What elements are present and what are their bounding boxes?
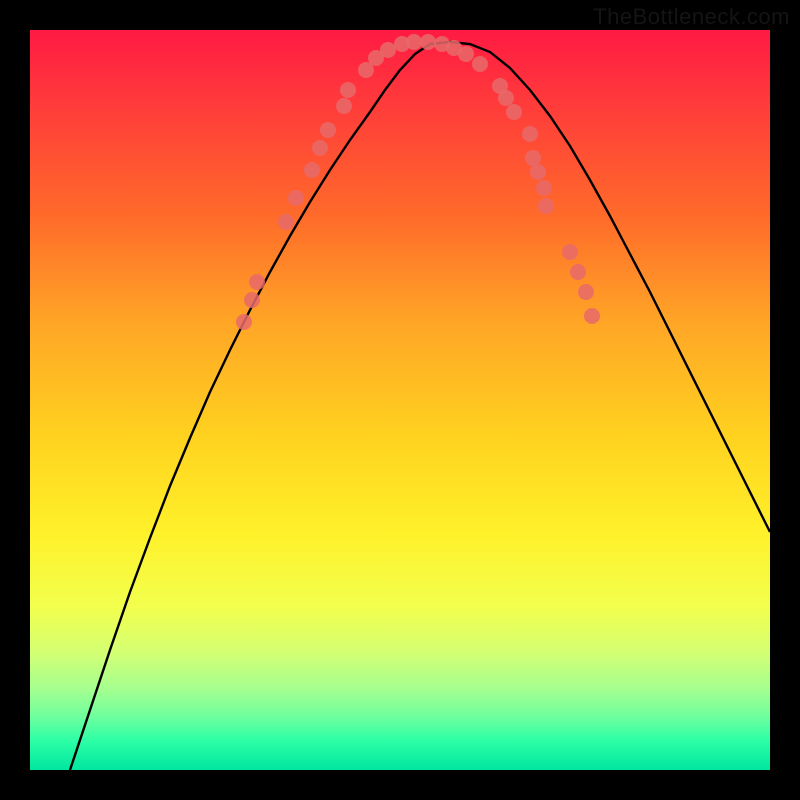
curve-marker bbox=[570, 264, 586, 280]
curve-marker bbox=[320, 122, 336, 138]
curve-marker bbox=[380, 42, 396, 58]
curve-marker bbox=[522, 126, 538, 142]
curve-marker bbox=[304, 162, 320, 178]
curve-marker bbox=[584, 308, 600, 324]
curve-marker bbox=[278, 214, 294, 230]
bottleneck-curve bbox=[70, 42, 770, 770]
curve-marker bbox=[498, 90, 514, 106]
curve-marker bbox=[458, 46, 474, 62]
curve-marker bbox=[288, 190, 304, 206]
curve-marker bbox=[578, 284, 594, 300]
curve-marker bbox=[506, 104, 522, 120]
curve-marker bbox=[406, 34, 422, 50]
chart-frame bbox=[30, 30, 770, 770]
curve-marker bbox=[236, 314, 252, 330]
curve-marker bbox=[420, 34, 436, 50]
curve-marker bbox=[249, 274, 265, 290]
curve-marker bbox=[312, 140, 328, 156]
curve-marker bbox=[244, 292, 260, 308]
chart-svg bbox=[30, 30, 770, 770]
curve-marker bbox=[530, 164, 546, 180]
curve-marker bbox=[472, 56, 488, 72]
curve-marker bbox=[536, 180, 552, 196]
curve-marker bbox=[336, 98, 352, 114]
watermark-text: TheBottleneck.com bbox=[593, 4, 790, 30]
curve-marker bbox=[340, 82, 356, 98]
curve-marker bbox=[562, 244, 578, 260]
curve-markers bbox=[236, 34, 600, 330]
curve-marker bbox=[525, 150, 541, 166]
curve-marker bbox=[538, 198, 554, 214]
